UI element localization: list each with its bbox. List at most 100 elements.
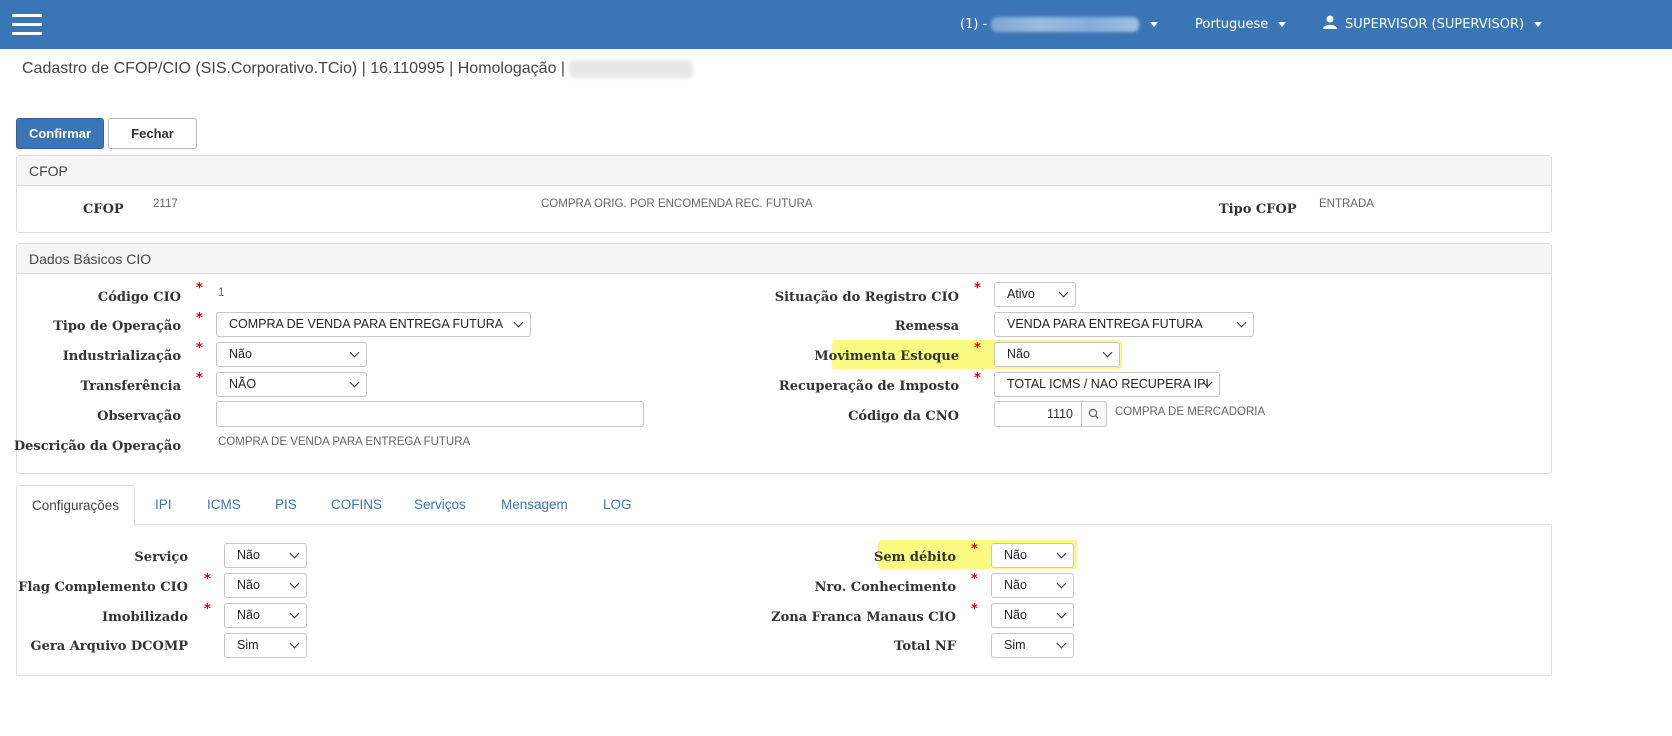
cfop-label: CFOP bbox=[83, 202, 124, 217]
zona-franca-selected: Não bbox=[1004, 608, 1027, 622]
confirm-button[interactable]: Confirmar bbox=[16, 118, 104, 149]
chevron-down-icon bbox=[289, 548, 300, 559]
gera-dcomp-label: Gera Arquivo DCOMP bbox=[30, 639, 188, 654]
cno-description: COMPRA DE MERCADORIA bbox=[1115, 406, 1266, 418]
industrializacao-selected: Não bbox=[229, 347, 252, 361]
imobilizado-label: Imobilizado bbox=[102, 610, 188, 625]
nro-conhecimento-label: Nro. Conhecimento bbox=[814, 580, 956, 595]
situacao-select[interactable]: Ativo bbox=[994, 282, 1076, 307]
required-marker: * bbox=[196, 341, 203, 356]
top-navbar: (1) - Portuguese SUPERVISOR (SUPERVISOR) bbox=[0, 0, 1672, 49]
recuperacao-imposto-select[interactable]: TOTAL ICMS / NAO RECUPERA IPI bbox=[994, 372, 1220, 397]
gera-dcomp-selected: Sim bbox=[237, 638, 259, 652]
situacao-label: Situação do Registro CIO bbox=[774, 290, 959, 305]
transferencia-selected: NÃO bbox=[229, 377, 257, 391]
chevron-down-icon bbox=[1236, 317, 1247, 328]
tab-mensagem[interactable]: Mensagem bbox=[501, 485, 568, 525]
tab-icms[interactable]: ICMS bbox=[207, 485, 241, 525]
sem-debito-select[interactable]: Não bbox=[991, 543, 1074, 568]
remessa-select[interactable]: VENDA PARA ENTREGA FUTURA bbox=[994, 312, 1254, 337]
chevron-down-icon bbox=[289, 638, 300, 649]
chevron-down-icon bbox=[1056, 578, 1067, 589]
tab-ipi[interactable]: IPI bbox=[155, 485, 172, 525]
nro-conhecimento-select[interactable]: Não bbox=[991, 573, 1074, 598]
tab-configuracoes[interactable]: Configurações bbox=[16, 485, 136, 526]
required-marker: * bbox=[204, 602, 211, 617]
situacao-selected: Ativo bbox=[1007, 287, 1035, 301]
servico-select[interactable]: Não bbox=[224, 543, 307, 568]
zona-franca-select[interactable]: Não bbox=[991, 603, 1074, 628]
codigo-cno-input[interactable]: 1110 bbox=[994, 401, 1082, 427]
total-nf-label: Total NF bbox=[894, 639, 956, 654]
company-prefix: (1) - bbox=[960, 17, 988, 32]
chevron-down-icon bbox=[1056, 608, 1067, 619]
chevron-down-icon bbox=[1278, 22, 1287, 27]
hamburger-menu-icon[interactable] bbox=[12, 14, 42, 35]
imobilizado-selected: Não bbox=[237, 608, 260, 622]
industrializacao-select[interactable]: Não bbox=[216, 342, 367, 367]
user-icon bbox=[1323, 15, 1337, 29]
required-marker: * bbox=[196, 371, 203, 386]
gera-dcomp-select[interactable]: Sim bbox=[224, 633, 307, 658]
chevron-down-icon bbox=[1149, 22, 1158, 27]
movimenta-estoque-selected: Não bbox=[1007, 347, 1030, 361]
imobilizado-select[interactable]: Não bbox=[224, 603, 307, 628]
chevron-down-icon bbox=[289, 578, 300, 589]
chevron-down-icon bbox=[1056, 548, 1067, 559]
movimenta-estoque-select[interactable]: Não bbox=[994, 342, 1120, 367]
required-marker: * bbox=[971, 602, 978, 617]
flag-complemento-selected: Não bbox=[237, 578, 260, 592]
observacao-label: Observação bbox=[97, 409, 181, 424]
descricao-operacao-label: Descrição da Operação bbox=[13, 439, 181, 454]
observacao-input[interactable] bbox=[216, 401, 644, 427]
sem-debito-label: Sem débito bbox=[873, 550, 956, 565]
tab-cofins[interactable]: COFINS bbox=[331, 485, 382, 525]
codigo-cio-label: Código CIO bbox=[97, 290, 181, 305]
cio-panel-title: Dados Básicos CIO bbox=[17, 244, 1551, 274]
required-marker: * bbox=[974, 281, 981, 296]
chevron-down-icon bbox=[513, 317, 524, 328]
cfop-panel-title: CFOP bbox=[17, 156, 1551, 186]
breadcrumb-text: Cadastro de CFOP/CIO (SIS.Corporativo.TC… bbox=[22, 60, 566, 78]
nro-conhecimento-selected: Não bbox=[1004, 578, 1027, 592]
page-breadcrumb: Cadastro de CFOP/CIO (SIS.Corporativo.TC… bbox=[22, 60, 694, 78]
zona-franca-label: Zona Franca Manaus CIO bbox=[771, 610, 956, 625]
remessa-label: Remessa bbox=[894, 319, 959, 334]
user-menu[interactable]: SUPERVISOR (SUPERVISOR) bbox=[1323, 0, 1543, 49]
chevron-down-icon bbox=[349, 347, 360, 358]
tipo-cfop-label: Tipo CFOP bbox=[1219, 202, 1297, 217]
tipo-cfop-value: ENTRADA bbox=[1319, 198, 1374, 210]
chevron-down-icon bbox=[1058, 287, 1069, 298]
company-selector[interactable]: (1) - bbox=[960, 0, 1158, 49]
servico-label: Serviço bbox=[134, 550, 188, 565]
search-icon bbox=[1088, 408, 1099, 419]
cfop-panel: CFOP bbox=[16, 155, 1552, 233]
recuperacao-imposto-label: Recuperação de Imposto bbox=[778, 379, 959, 394]
redacted-company-name bbox=[991, 17, 1140, 32]
required-marker: * bbox=[196, 281, 203, 296]
tipo-operacao-selected: COMPRA DE VENDA PARA ENTREGA FUTURA bbox=[229, 317, 504, 331]
tab-pis[interactable]: PIS bbox=[275, 485, 297, 525]
cno-search-button[interactable] bbox=[1082, 401, 1107, 427]
cfop-description: COMPRA ORIG. POR ENCOMENDA REC. FUTURA bbox=[541, 198, 813, 210]
chevron-down-icon bbox=[1056, 638, 1067, 649]
movimenta-estoque-label: Movimenta Estoque bbox=[814, 349, 959, 364]
total-nf-selected: Sim bbox=[1004, 638, 1026, 652]
required-marker: * bbox=[971, 542, 978, 557]
transferencia-select[interactable]: NÃO bbox=[216, 372, 367, 397]
tipo-operacao-select[interactable]: COMPRA DE VENDA PARA ENTREGA FUTURA bbox=[216, 312, 531, 337]
required-marker: * bbox=[974, 341, 981, 356]
cfop-value: 2117 bbox=[153, 198, 178, 210]
sem-debito-selected: Não bbox=[1004, 548, 1027, 562]
language-selector[interactable]: Portuguese bbox=[1195, 0, 1287, 49]
descricao-operacao-value: COMPRA DE VENDA PARA ENTREGA FUTURA bbox=[218, 436, 471, 448]
total-nf-select[interactable]: Sim bbox=[991, 633, 1074, 658]
close-button[interactable]: Fechar bbox=[108, 118, 197, 149]
chevron-down-icon bbox=[1102, 347, 1113, 358]
tab-log[interactable]: LOG bbox=[603, 485, 632, 525]
tab-servicos[interactable]: Serviços bbox=[414, 485, 466, 525]
redacted-environment bbox=[569, 60, 694, 78]
servico-selected: Não bbox=[237, 548, 260, 562]
codigo-cio-value: 1 bbox=[218, 287, 225, 299]
flag-complemento-select[interactable]: Não bbox=[224, 573, 307, 598]
